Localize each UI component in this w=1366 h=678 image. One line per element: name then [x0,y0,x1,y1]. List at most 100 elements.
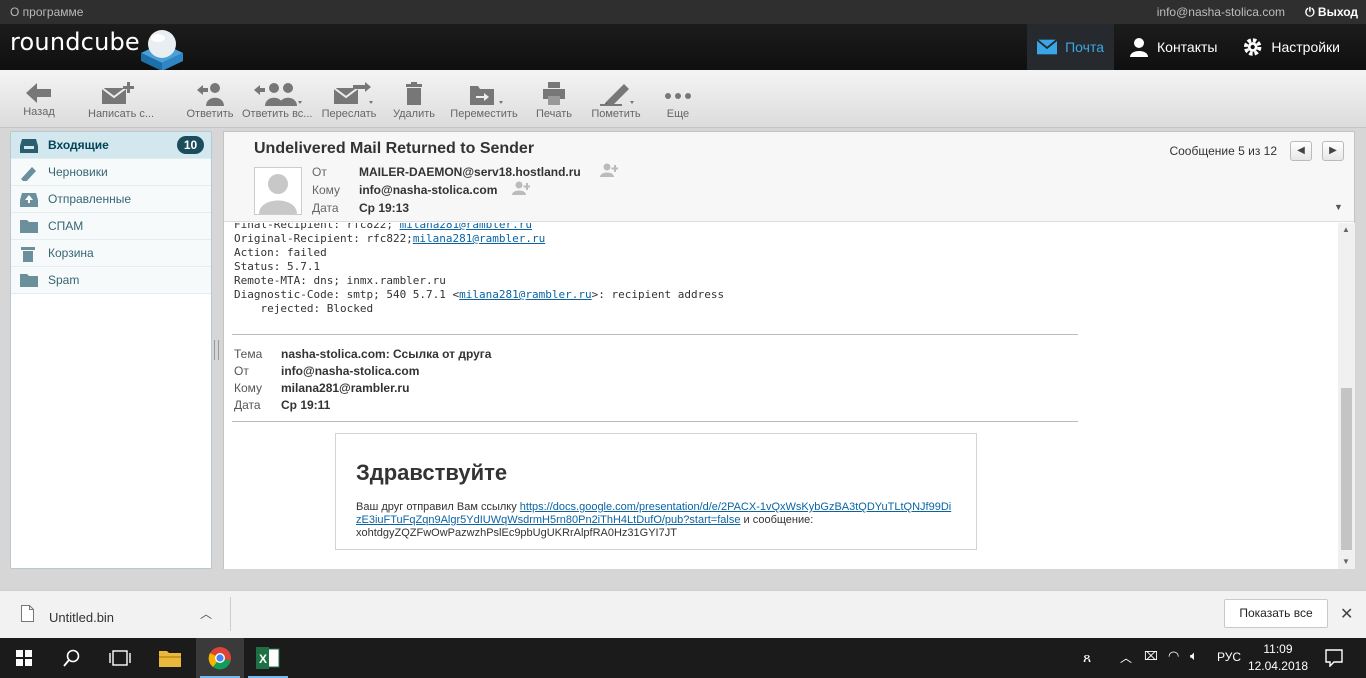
folder-sent[interactable]: Отправленные [11,186,211,213]
unread-count-badge: 10 [177,136,204,154]
recipient-link[interactable]: milana281@rambler.ru [413,232,545,245]
back-button[interactable]: Назад [18,82,60,126]
scrollbar[interactable]: ▲ ▼ [1338,223,1355,569]
message-pane: Undelivered Mail Returned to Sender От M… [223,131,1355,569]
folder-spam-ru[interactable]: СПАМ [11,213,211,240]
recipient-link[interactable]: milana281@rambler.ru [459,288,591,301]
attached-date-label: Дата [234,398,261,412]
power-icon: ⏻ [1305,5,1315,19]
more-label: Еще [666,108,690,120]
person-icon [1130,38,1148,57]
tab-mail[interactable]: Почта [1027,24,1114,70]
more-button[interactable]: Еще [660,82,696,126]
scroll-down-icon[interactable]: ▼ [1342,557,1350,566]
date-value: Ср 19:13 [359,201,410,215]
folder-drafts-label: Черновики [48,165,108,179]
next-message-button[interactable]: ▶ [1322,141,1344,161]
download-filename[interactable]: Untitled.bin [49,610,114,625]
scroll-up-icon[interactable]: ▲ [1342,225,1350,234]
attached-date: Ср 19:11 [281,398,331,412]
mark-label: Пометить [591,108,641,120]
from-value[interactable]: MAILER-DAEMON@serv18.hostland.ru [359,165,581,179]
date-label: Дата [312,201,339,215]
person-icon [259,174,297,214]
reply-label: Ответить [186,108,234,120]
triangle-right-icon: ▶ [1329,145,1337,156]
scrollbar-thumb[interactable] [1341,388,1352,550]
compose-label: Написать с... [88,108,155,120]
to-value[interactable]: info@nasha-stolica.com [359,183,497,197]
user-email: info@nasha-stolica.com [1156,5,1285,19]
search-button[interactable] [48,638,96,678]
move-button[interactable]: Переместить [450,82,518,126]
chevron-up-icon[interactable]: ︿ [200,605,212,622]
folder-drafts[interactable]: Черновики [11,159,211,186]
folder-spam-ru-label: СПАМ [48,219,84,233]
forward-button[interactable]: Переслать [320,82,378,126]
excel-icon: X [256,647,280,669]
delete-button[interactable]: Удалить [392,82,436,126]
reply-all-icon [254,83,302,106]
add-contact-icon[interactable] [600,163,618,177]
close-icon[interactable]: ✕ [1340,604,1353,624]
reply-all-button[interactable]: Ответить вс... [242,82,312,126]
taskbar-excel[interactable]: X [244,638,292,678]
compose-button[interactable]: Написать с... [88,82,155,126]
folder-trash[interactable]: Корзина [11,240,211,267]
pencil-icon [600,84,634,106]
chevron-up-icon[interactable]: ︿ [1120,649,1132,666]
clock[interactable]: 11:09 12.04.2018 [1248,641,1308,675]
attached-from: info@nasha-stolica.com [281,364,420,378]
forward-label: Переслать [321,108,377,120]
input-icon[interactable]: ⌧ [1144,649,1158,663]
taskbar-chrome[interactable] [196,638,244,678]
show-all-button[interactable]: Показать все [1224,599,1328,628]
wifi-icon[interactable]: ◠ [1168,648,1179,664]
message-subject: Undelivered Mail Returned to Sender [254,140,535,157]
logo: roundcube [10,28,140,56]
to-label: Кому [312,183,341,197]
search-icon [63,649,80,667]
message-body: Final-Recipient: rfc822; milana281@rambl… [224,223,1338,569]
forward-icon [333,82,373,104]
tab-settings[interactable]: Настройки [1232,24,1350,70]
sent-icon [20,193,38,207]
delete-label: Удалить [393,108,435,120]
body-line: Original-Recipient: rfc822;milana281@ram… [234,232,546,245]
expand-headers-icon[interactable]: ▼ [1334,202,1343,212]
task-view-button[interactable] [96,638,144,678]
message-counter: Сообщение 5 из 12 [1169,144,1277,158]
folder-spam[interactable]: Spam [11,267,211,294]
tab-contacts[interactable]: Контакты [1119,24,1229,70]
prev-message-button[interactable]: ◀ [1290,141,1312,161]
notification-icon[interactable] [1325,649,1343,667]
svg-text:X: X [259,652,267,666]
card-heading: Здравствуйте [356,460,508,485]
printer-icon [543,82,565,105]
compose-icon [101,82,134,104]
attached-to-label: Кому [234,381,263,395]
speaker-icon[interactable]: 🔈︎ [1190,648,1198,664]
recipient-link[interactable]: milana281@rambler.ru [400,223,532,231]
more-icon [665,93,691,99]
message-header: Undelivered Mail Returned to Sender От M… [224,132,1354,222]
about-link[interactable]: О программе [10,5,83,19]
language-indicator[interactable]: РУС [1217,650,1241,664]
folder-inbox[interactable]: Входящие 10 [11,132,211,159]
folder-icon [20,220,38,233]
people-icon[interactable]: ጸ [1083,649,1091,666]
print-button[interactable]: Печать [533,82,575,126]
mark-button[interactable]: Пометить [590,82,642,126]
logout-button[interactable]: ⏻ Выход [1305,5,1358,20]
add-contact-icon[interactable] [512,181,530,195]
reply-button[interactable]: Ответить [186,82,234,126]
envelope-icon [1037,39,1058,55]
card-text: Ваш друг отправил Вам ссылку https://doc… [356,501,952,539]
body-line: Final-Recipient: rfc822; milana281@rambl… [234,223,532,232]
start-button[interactable] [0,638,48,678]
pane-splitter[interactable] [214,340,219,360]
taskbar-explorer[interactable] [146,638,194,678]
pencil-icon [21,167,36,181]
windows-icon [16,650,32,666]
print-label: Печать [535,108,573,120]
